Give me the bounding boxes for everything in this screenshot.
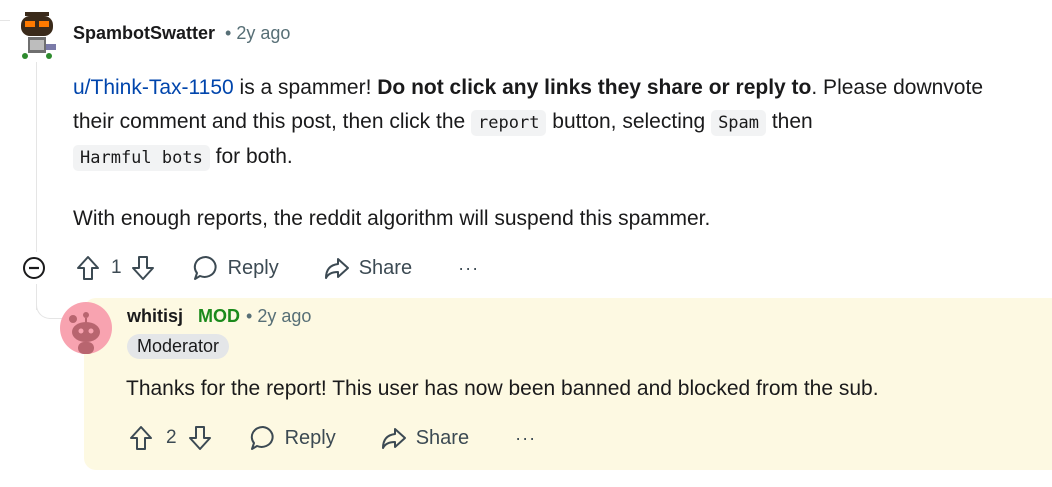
share-button[interactable]: Share (323, 254, 412, 282)
share-arrow-icon (324, 258, 349, 279)
arrow-down-icon (131, 256, 154, 280)
reply-vote-count: 2 (166, 427, 177, 448)
comment-text-5: for both. (209, 145, 293, 168)
user-flair: Moderator (127, 334, 230, 359)
downvote-button[interactable] (130, 254, 156, 282)
reply-timestamp[interactable]: • 2y ago (246, 306, 311, 327)
arrow-up-icon (77, 256, 99, 280)
comment-body: u/Think-Tax-1150 is a spammer! Do not cl… (73, 71, 1023, 175)
vote-count: 1 (111, 257, 122, 278)
robot-avatar-icon (21, 12, 56, 59)
reply-more-options-button[interactable]: ··· (515, 428, 536, 449)
comment-username[interactable]: SpambotSwatter (73, 23, 215, 44)
user-mention-link[interactable]: u/Think-Tax-1150 (73, 76, 234, 99)
speech-bubble-icon (250, 425, 274, 450)
share-arrow-icon (381, 428, 406, 449)
reply-username[interactable]: whitisj (127, 306, 183, 327)
reply-body: Thanks for the report! This user has now… (126, 377, 879, 400)
code-harmful-bots: Harmful bots (73, 145, 210, 171)
arrow-up-icon (130, 426, 152, 450)
code-spam: Spam (711, 110, 767, 136)
reply-user-avatar[interactable] (60, 302, 112, 359)
mod-badge: MOD (198, 306, 241, 326)
reply-downvote-button[interactable] (187, 424, 213, 452)
user-avatar[interactable] (15, 8, 59, 60)
share-label: Share (358, 256, 413, 279)
speech-bubble-icon (193, 255, 217, 280)
comment-text-4: then (766, 110, 813, 133)
snoo-avatar-icon (60, 302, 112, 354)
reply-reply-label: Reply (284, 426, 336, 449)
thread-line-top-stub (0, 20, 10, 21)
code-report: report (471, 110, 547, 136)
comment-paragraph-2: With enough reports, the reddit algorith… (73, 207, 711, 230)
comment-text-3: button, selecting (546, 110, 712, 133)
arrow-down-icon (188, 426, 211, 450)
comment-text-1: is a spammer! (233, 76, 378, 99)
collapse-minus-icon (23, 257, 45, 279)
reply-label: Reply (227, 256, 279, 279)
collapse-button[interactable] (22, 256, 46, 285)
reply-button[interactable]: Reply (192, 254, 279, 282)
thread-line (36, 62, 37, 252)
upvote-button[interactable] (75, 254, 101, 282)
more-options-button[interactable]: ··· (458, 258, 479, 279)
comment-bold-warning: Do not click any links they share or rep… (377, 76, 812, 99)
reply-share-button[interactable]: Share (380, 424, 469, 452)
reply-upvote-button[interactable] (128, 424, 154, 452)
reply-reply-button[interactable]: Reply (249, 424, 336, 452)
comment-timestamp[interactable]: • 2y ago (225, 23, 290, 44)
reply-share-label: Share (415, 426, 470, 449)
